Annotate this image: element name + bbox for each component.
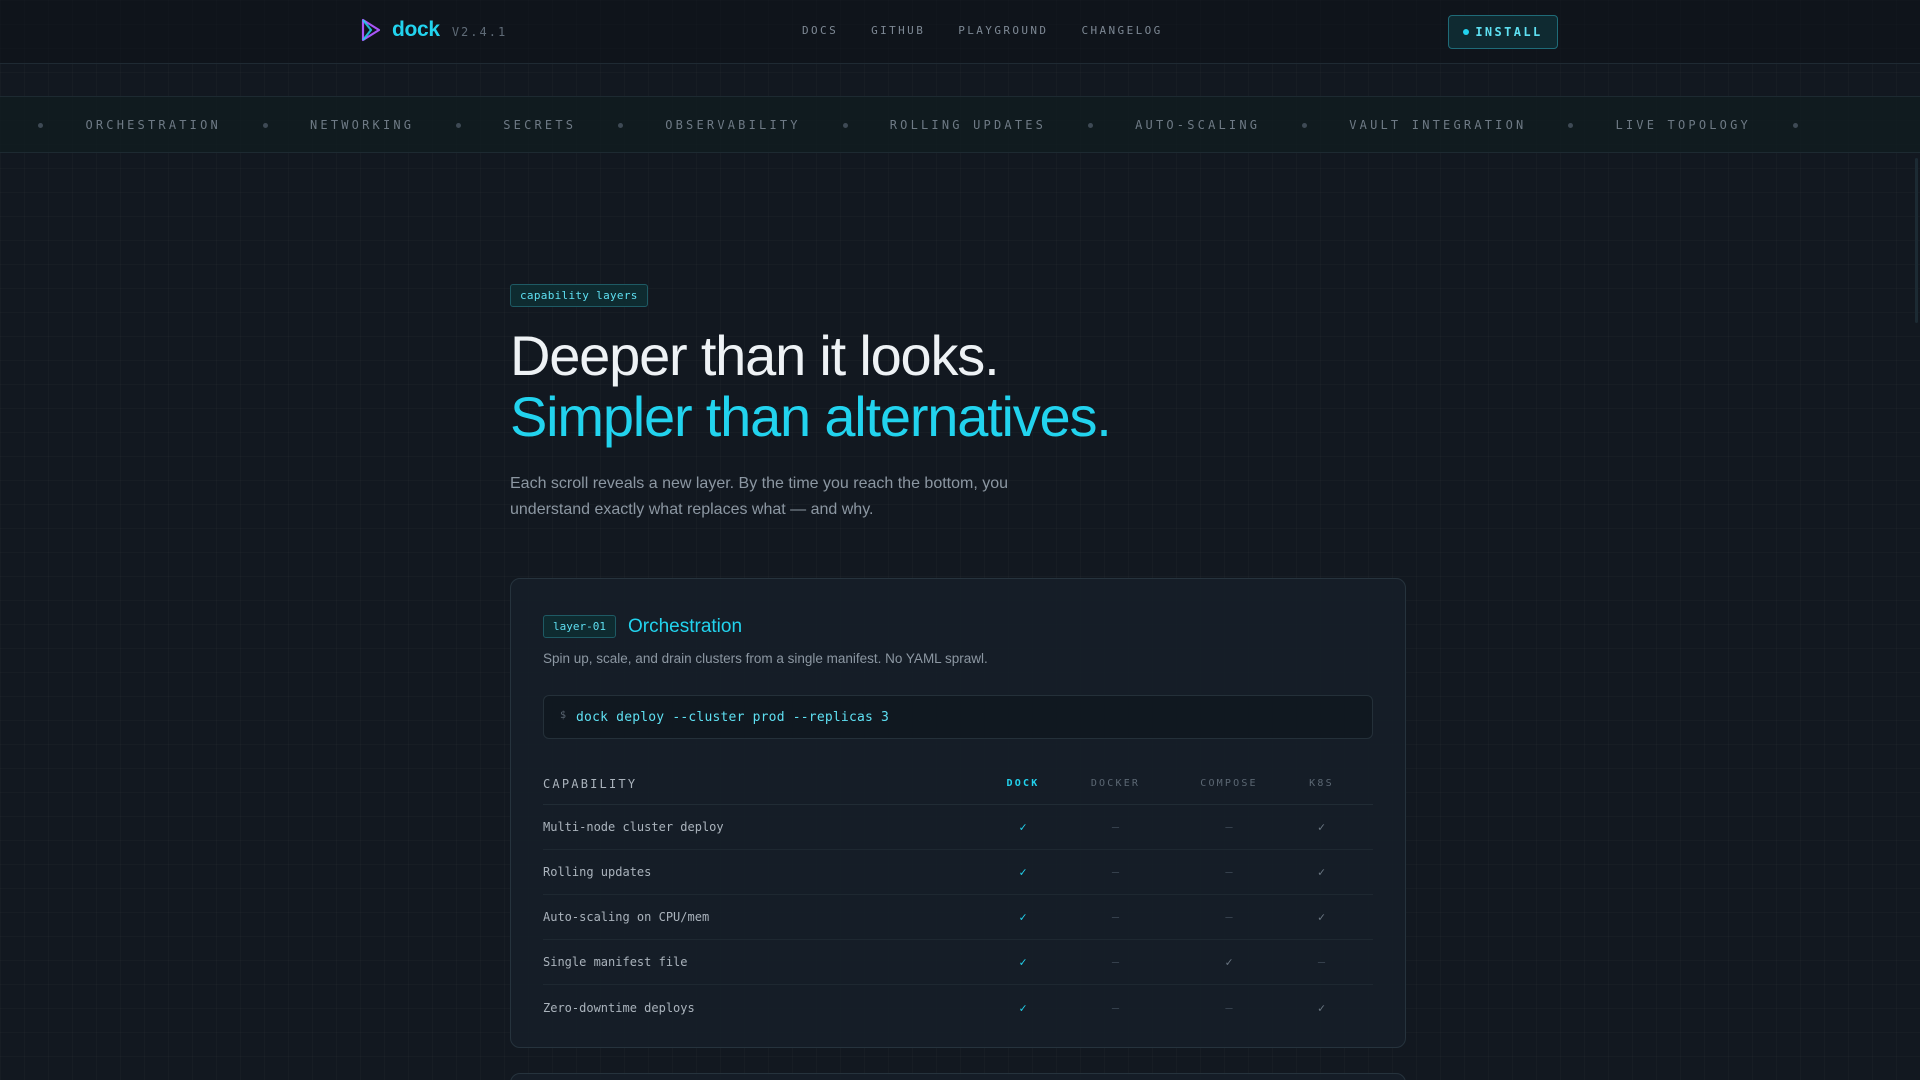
separator-dot-icon: [1792, 122, 1798, 128]
dash-icon: —: [1111, 910, 1120, 924]
check-icon: ✓: [1317, 820, 1326, 834]
column-header-docker: DOCKER: [1090, 778, 1141, 789]
command-text: dock deploy --cluster prod --replicas 3: [576, 709, 890, 725]
hero-description: Each scroll reveals a new layer. By the …: [510, 475, 1009, 518]
dash-icon: —: [1225, 820, 1233, 834]
feature-marquee: Y ORCHESTRATION NETWORKING SECRETS OBSER…: [0, 96, 1920, 153]
column-header-compose: COMPOSE: [1200, 778, 1258, 789]
dash-icon: —: [1225, 910, 1233, 924]
comparison-table: CAPABILITY DOCK DOCKER COMPOSE K8S Multi…: [543, 763, 1373, 1030]
dash-icon: —: [1111, 955, 1120, 969]
check-icon: ✓: [1019, 1000, 1027, 1015]
table-row: Auto-scaling on CPU/mem ✓ — — ✓: [543, 895, 1373, 940]
table-row: Rolling updates ✓ — — ✓: [543, 850, 1373, 895]
column-header-k8s: K8S: [1309, 778, 1334, 789]
marquee-item: LIVE TOPOLOGY: [1615, 118, 1751, 132]
dash-icon: —: [1111, 1000, 1120, 1015]
separator-dot-icon: [262, 122, 268, 128]
check-icon: ✓: [1019, 820, 1027, 834]
status-dot-icon: [1463, 29, 1470, 35]
marquee-track: Y ORCHESTRATION NETWORKING SECRETS OBSER…: [0, 118, 1840, 132]
marquee-item: SECRETS: [503, 118, 577, 132]
separator-dot-icon: [1302, 122, 1308, 128]
table-row: Single manifest file ✓ — ✓ —: [543, 940, 1373, 985]
check-icon: ✓: [1317, 865, 1326, 879]
dash-icon: —: [1225, 865, 1233, 879]
scrollbar[interactable]: [1915, 158, 1918, 323]
dash-icon: —: [1225, 1000, 1233, 1015]
layer-card: layer-01 Orchestration Spin up, scale, a…: [510, 578, 1406, 1048]
capability-cell: Auto-scaling on CPU/mem: [543, 910, 710, 924]
capability-cell: Single manifest file: [543, 955, 688, 969]
column-header-capability: CAPABILITY: [543, 776, 638, 791]
table-header: CAPABILITY DOCK DOCKER COMPOSE K8S: [543, 763, 1373, 805]
check-icon: ✓: [1019, 955, 1027, 969]
command-block[interactable]: $ dock deploy --cluster prod --replicas …: [543, 695, 1373, 739]
check-icon: ✓: [1317, 1000, 1326, 1015]
dock-logo-icon: [361, 18, 381, 42]
separator-dot-icon: [456, 122, 462, 128]
hero-subtitle: Simpler than alternatives.: [510, 385, 1112, 448]
install-label: INSTALL: [1475, 25, 1543, 39]
layer-header: layer-01 Orchestration: [543, 615, 742, 638]
install-button[interactable]: INSTALL: [1448, 15, 1558, 49]
marquee-item: VAULT INTEGRATION: [1349, 118, 1527, 132]
separator-dot-icon: [1088, 122, 1094, 128]
marquee-item: OBSERVABILITY: [665, 118, 801, 132]
marquee-item: NETWORKING: [309, 118, 415, 132]
nav-link-changelog[interactable]: CHANGELOG: [1081, 24, 1162, 37]
capability-cell: Rolling updates: [543, 865, 652, 879]
dash-icon: —: [1111, 820, 1120, 834]
nav-link-github[interactable]: GITHUB: [871, 24, 925, 37]
separator-dot-icon: [1568, 122, 1574, 128]
check-icon: ✓: [1225, 955, 1233, 969]
marquee-item: AUTO-SCALING: [1135, 118, 1261, 132]
separator-dot-icon: [618, 122, 624, 128]
check-icon: ✓: [1317, 910, 1326, 924]
nav-links: DOCS GITHUB PLAYGROUND CHANGELOG: [802, 24, 1196, 37]
column-header-dock: DOCK: [1006, 778, 1040, 789]
dash-icon: —: [1111, 865, 1120, 879]
brand[interactable]: dock V2.4.1: [360, 18, 507, 42]
separator-dot-icon: [842, 122, 848, 128]
marquee-item: ORCHESTRATION: [85, 118, 221, 132]
section-tag: capability layers: [510, 284, 648, 307]
hero-title: Deeper than it looks.: [510, 324, 1000, 387]
layer-title: Orchestration: [627, 615, 743, 637]
table-row: Zero-downtime deploys ✓ — — ✓: [543, 985, 1373, 1030]
marquee-item: ROLLING UPDATES: [889, 118, 1047, 132]
table-row: Multi-node cluster deploy ✓ — — ✓: [543, 805, 1373, 850]
separator-dot-icon: [38, 122, 44, 128]
brand-name: dock: [392, 18, 440, 41]
top-nav: dock V2.4.1 DOCS GITHUB PLAYGROUND CHANG…: [0, 0, 1920, 64]
check-icon: ✓: [1019, 910, 1027, 924]
version-label: V2.4.1: [451, 24, 508, 39]
command-prompt: $: [560, 709, 567, 721]
nav-link-docs[interactable]: DOCS: [802, 24, 838, 37]
hero-section: capability layers Deeper than it looks. …: [510, 284, 1410, 523]
dash-icon: —: [1317, 955, 1326, 969]
next-layer-card: [510, 1073, 1406, 1080]
nav-link-playground[interactable]: PLAYGROUND: [958, 24, 1048, 37]
layer-tag: layer-01: [543, 615, 616, 638]
check-icon: ✓: [1019, 865, 1027, 879]
capability-cell: Multi-node cluster deploy: [543, 820, 724, 834]
capability-cell: Zero-downtime deploys: [543, 1000, 695, 1015]
layer-description: Spin up, scale, and drain clusters from …: [543, 651, 988, 666]
